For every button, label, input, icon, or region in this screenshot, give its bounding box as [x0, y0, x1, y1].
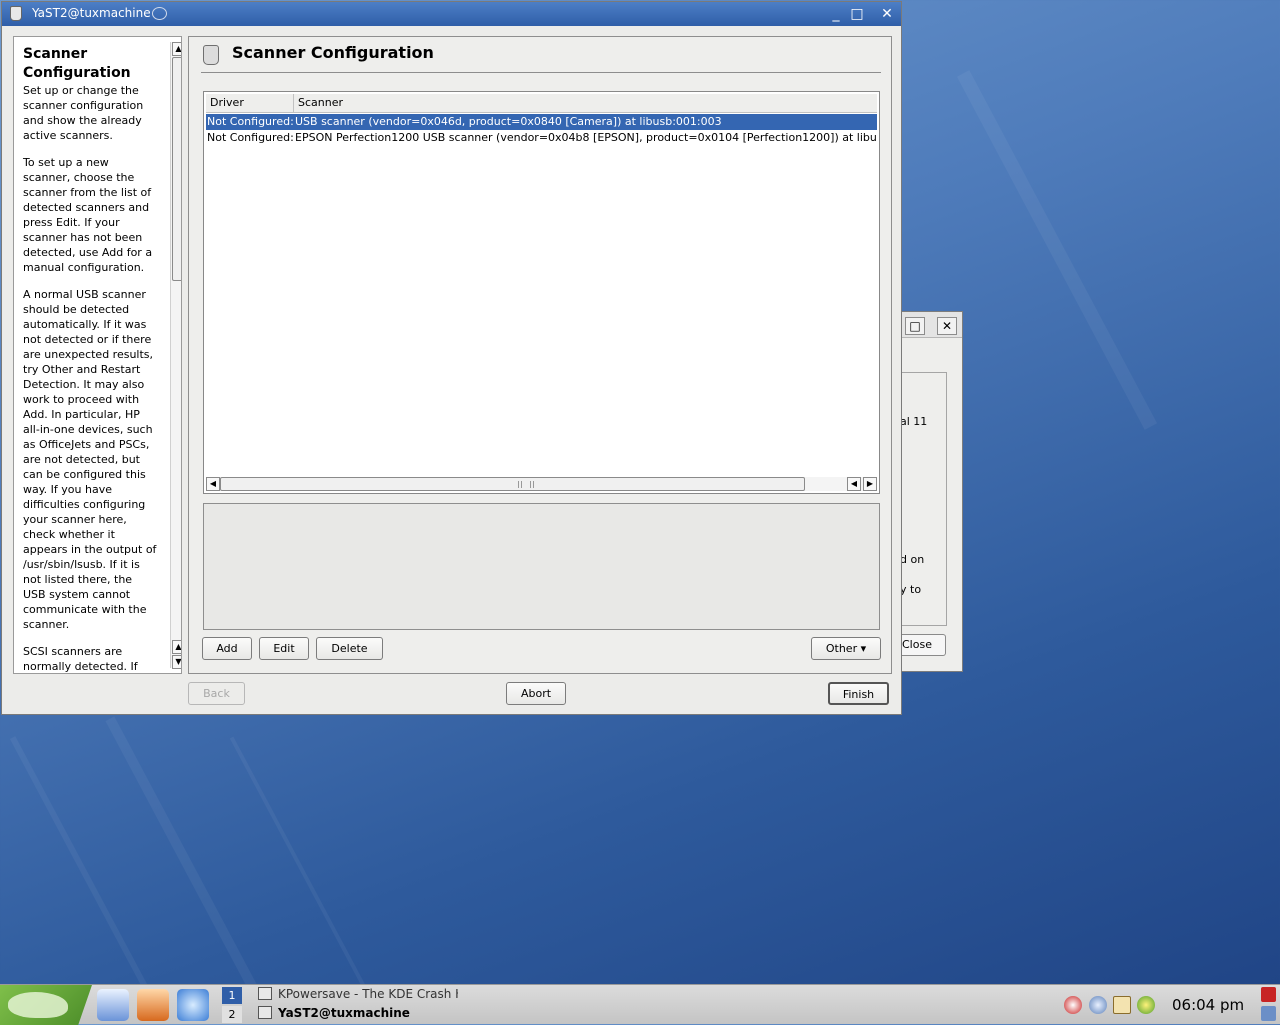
divider — [201, 72, 881, 73]
back-button[interactable]: Back — [188, 682, 245, 705]
browser-icon[interactable] — [177, 989, 209, 1021]
clipboard-icon[interactable] — [1113, 996, 1131, 1014]
scanner-table[interactable]: Driver Scanner Not Configured: USB scann… — [203, 91, 880, 494]
close-icon[interactable]: ✕ — [877, 5, 897, 23]
help-scrollbar[interactable]: ▲ ▲ ▼ — [170, 42, 181, 669]
background-window-text: al 11 — [900, 415, 928, 428]
desktop-pager[interactable]: 1 2 — [220, 986, 244, 1024]
pager-desktop-2[interactable]: 2 — [222, 1006, 242, 1023]
help-paragraph: To set up a new scanner, choose the scan… — [23, 156, 153, 274]
abort-button-label: Abort — [520, 687, 552, 700]
finish-button-label: Finish — [842, 688, 875, 701]
task-item[interactable]: KPowersave - The KDE Crash H — [258, 985, 458, 1004]
gecko-logo-icon — [8, 992, 68, 1018]
desktop-streak — [956, 70, 1158, 430]
maximize-icon[interactable]: □ — [847, 5, 867, 23]
scroll-down-arrow-icon[interactable]: ▼ — [172, 655, 181, 669]
scroll-up-arrow-icon[interactable]: ▲ — [172, 640, 181, 654]
other-button[interactable]: Other ▾ — [811, 637, 881, 660]
scanner-app-icon[interactable] — [10, 6, 22, 21]
finish-button[interactable]: Finish — [828, 682, 889, 705]
scroll-right-arrow-icon[interactable]: ▶ — [863, 477, 877, 491]
home-icon[interactable] — [137, 989, 169, 1021]
background-window-titlebar[interactable]: □ ✕ — [900, 312, 962, 338]
driver-cell: Not Configured: — [207, 131, 294, 144]
table-header: Driver Scanner — [206, 94, 877, 113]
add-button-label: Add — [216, 642, 238, 655]
pager-desktop-1[interactable]: 1 — [222, 987, 242, 1004]
chevron-down-icon: ▾ — [860, 642, 867, 655]
close-icon[interactable]: ✕ — [937, 317, 957, 335]
help-paragraph: A normal USB scanner should be detected … — [23, 288, 157, 631]
desktop-icon[interactable] — [97, 989, 129, 1021]
table-row[interactable]: Not Configured: EPSON Perfection1200 USB… — [206, 130, 877, 146]
background-window[interactable]: □ ✕ al 11 d on y to Close — [900, 311, 963, 672]
scrollbar-thumb[interactable] — [172, 57, 181, 281]
power-icon[interactable] — [1137, 996, 1155, 1014]
scanner-cell: USB scanner (vendor=0x046d, product=0x08… — [295, 115, 722, 128]
scanner-icon — [203, 45, 219, 65]
suse-icon — [152, 7, 167, 20]
scroll-left-arrow-icon[interactable]: ◀ — [206, 477, 220, 491]
other-button-label: Other — [825, 642, 858, 655]
content-area: Scanner Configuration Driver Scanner Not… — [188, 36, 892, 674]
column-header-driver[interactable]: Driver — [206, 94, 294, 113]
taskbar: 1 2 KPowersave - The KDE Crash H YaST2@t… — [0, 984, 1280, 1025]
scanner-details-pane — [203, 503, 880, 630]
help-text: Scanner Configuration Set up or change t… — [23, 45, 158, 673]
table-row[interactable]: Not Configured: USB scanner (vendor=0x04… — [206, 114, 877, 130]
page-title: Scanner Configuration — [232, 43, 434, 62]
clock[interactable]: 06:04 pm — [1172, 996, 1244, 1014]
maximize-icon[interactable]: □ — [905, 317, 925, 335]
driver-cell: Not Configured: — [207, 115, 294, 128]
window-title: YaST2@tuxmachine — [32, 6, 151, 20]
background-window-text: d on — [900, 553, 925, 566]
start-menu-button[interactable] — [0, 985, 92, 1025]
scanner-cell: EPSON Perfection1200 USB scanner (vendor… — [295, 131, 877, 144]
delete-button-label: Delete — [331, 642, 368, 655]
crash-handler-icon[interactable] — [1064, 996, 1082, 1014]
column-header-scanner[interactable]: Scanner — [294, 94, 877, 113]
scrollbar-thumb[interactable] — [220, 477, 805, 491]
task-label: KPowersave - The KDE Crash H — [278, 987, 458, 1001]
lock-icon[interactable] — [1261, 1006, 1276, 1021]
edit-button[interactable]: Edit — [259, 637, 309, 660]
back-button-label: Back — [203, 687, 230, 700]
help-paragraph: SCSI scanners are normally detected. If … — [23, 645, 138, 673]
task-icon — [258, 1006, 272, 1019]
task-item[interactable]: YaST2@tuxmachine — [258, 1004, 458, 1023]
help-pane[interactable]: Scanner Configuration Set up or change t… — [13, 36, 182, 674]
background-window-text: y to — [900, 583, 922, 596]
yast-window: YaST2@tuxmachine _ □ ✕ Scanner Configura… — [1, 1, 902, 715]
background-close-button[interactable]: Close — [900, 634, 946, 656]
window-titlebar[interactable]: YaST2@tuxmachine _ □ ✕ — [2, 2, 901, 26]
scroll-left-arrow-icon[interactable]: ◀ — [847, 477, 861, 491]
task-icon — [258, 987, 272, 1000]
abort-button[interactable]: Abort — [506, 682, 566, 705]
edit-button-label: Edit — [273, 642, 295, 655]
scroll-up-arrow-icon[interactable]: ▲ — [172, 42, 181, 56]
task-label: YaST2@tuxmachine — [278, 1006, 410, 1020]
minimize-icon[interactable]: _ — [826, 5, 846, 23]
help-heading: Scanner Configuration — [23, 46, 131, 81]
logout-icon[interactable] — [1261, 987, 1276, 1002]
add-button[interactable]: Add — [202, 637, 252, 660]
desktop-streak — [229, 736, 375, 1004]
grip-icon — [518, 481, 534, 488]
table-horizontal-scrollbar[interactable]: ◀ ◀ ▶ — [206, 477, 877, 491]
help-paragraph: Set up or change the scanner configurati… — [23, 84, 144, 142]
network-icon[interactable] — [1089, 996, 1107, 1014]
delete-button[interactable]: Delete — [316, 637, 383, 660]
